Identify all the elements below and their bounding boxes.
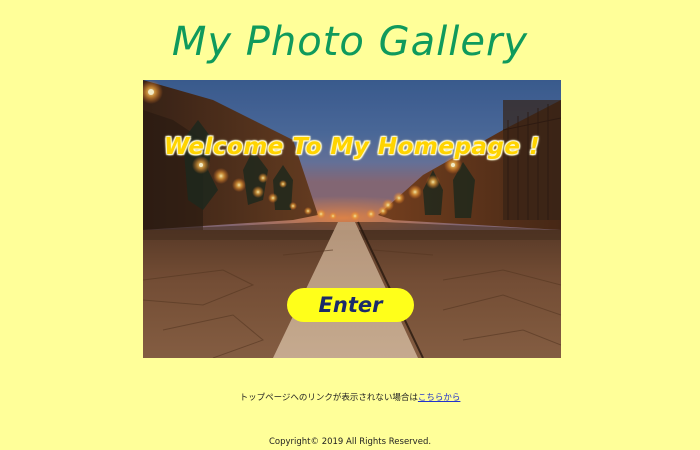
welcome-heading: Welcome To My Homepage ! [164,134,540,160]
enter-button[interactable]: Enter [287,288,414,322]
link-notice-text: トップページへのリンクが表示されない場合は [239,393,418,403]
link-notice: トップページへのリンクが表示されない場合はこちらから [0,391,700,403]
copyright-text: Copyright© 2019 All Rights Reserved. [268,437,432,447]
page-title: My Photo Gallery [171,19,529,65]
hero-image: Welcome To My Homepage ! Enter [143,80,561,358]
here-link[interactable]: こちらから [418,393,461,403]
